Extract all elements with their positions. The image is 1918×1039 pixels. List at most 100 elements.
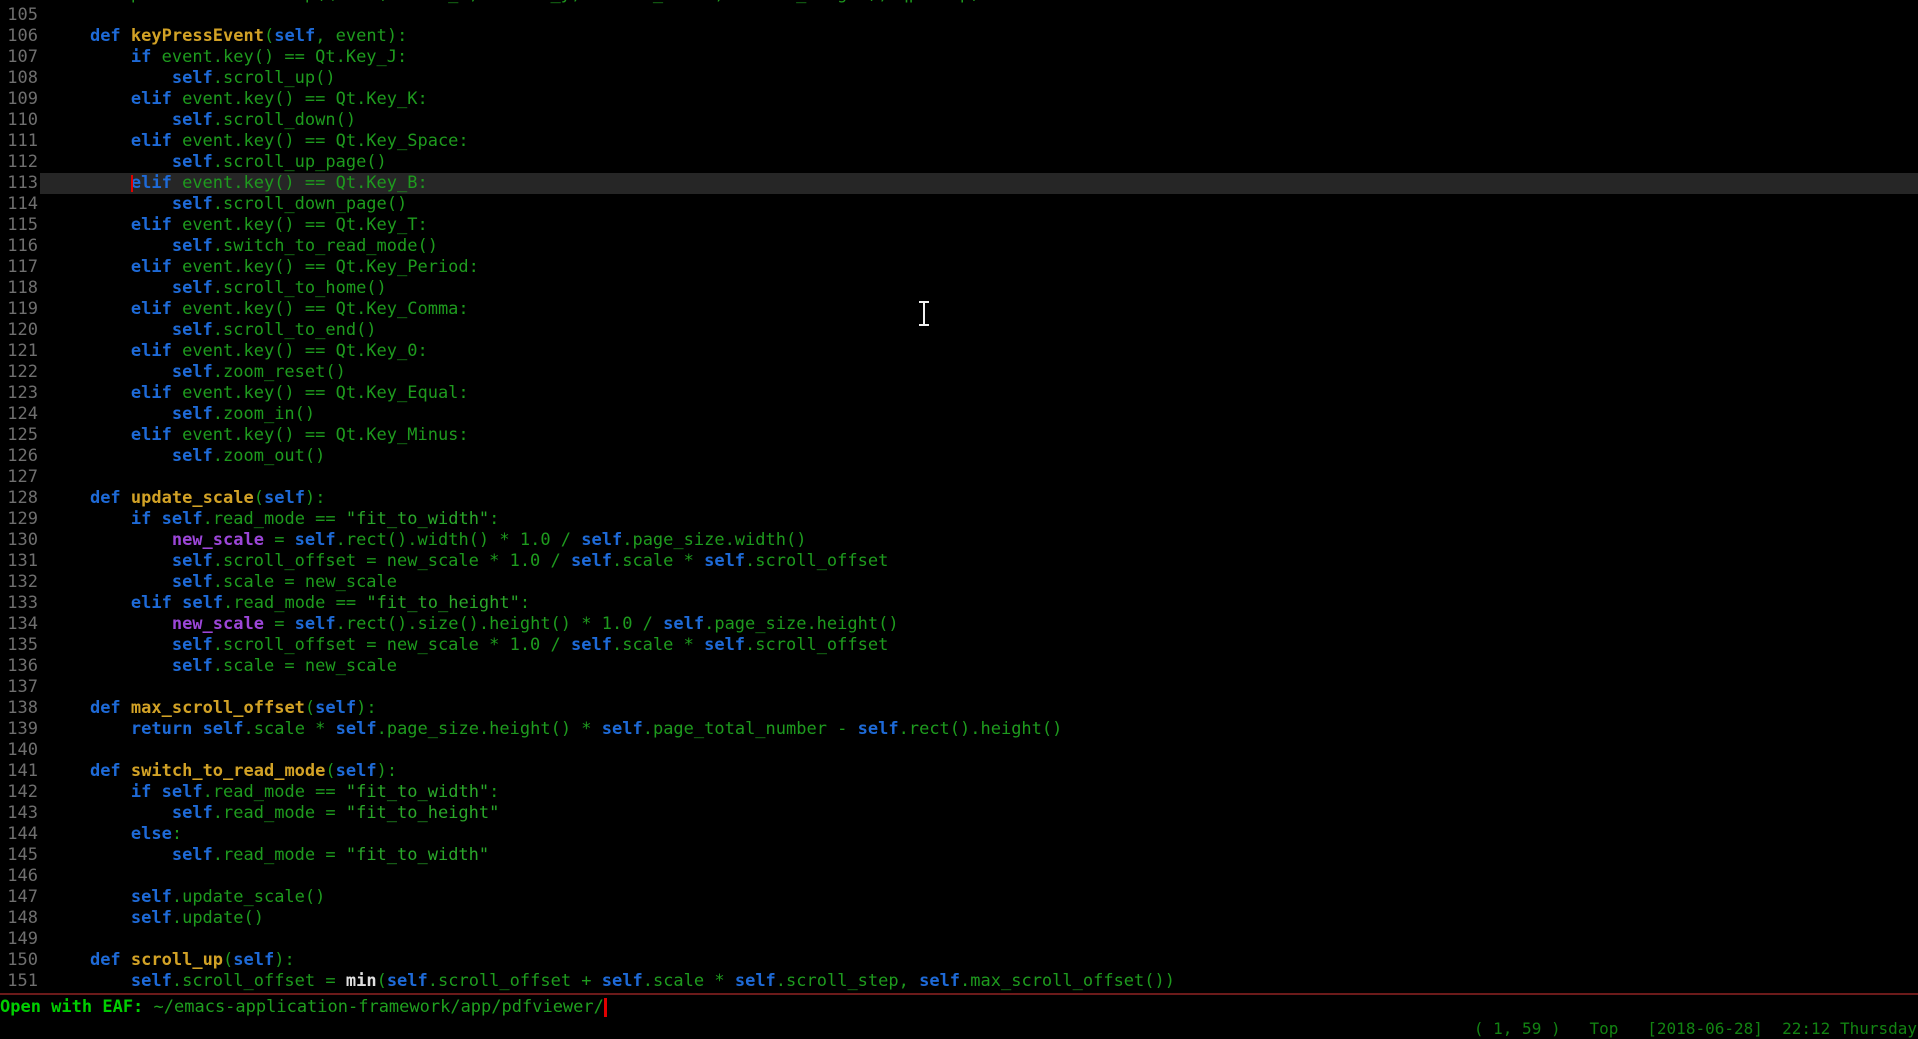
code-line[interactable]: 141 def switch_to_read_mode(self): (0, 761, 1918, 782)
code-line[interactable]: 136 self.scale = new_scale (0, 656, 1918, 677)
line-number: 125 (0, 425, 40, 446)
code-line[interactable]: 109 elif event.key() == Qt.Key_K: (0, 89, 1918, 110)
code-line[interactable]: 122 self.zoom_reset() (0, 362, 1918, 383)
code-line[interactable]: 148 self.update() (0, 908, 1918, 929)
code-line[interactable]: 114 self.scroll_down_page() (0, 194, 1918, 215)
code-token (49, 299, 131, 319)
line-number: 116 (0, 236, 40, 257)
code-line[interactable]: 124 self.zoom_in() (0, 404, 1918, 425)
code-token: self (295, 614, 336, 634)
code-line[interactable]: 130 new_scale = self.rect().width() * 1.… (0, 530, 1918, 551)
code-line[interactable]: 131 self.scroll_offset = new_scale * 1.0… (0, 551, 1918, 572)
code-line[interactable]: 149 (0, 929, 1918, 950)
code-line[interactable]: 140 (0, 740, 1918, 761)
code-text: def update_scale(self): (40, 488, 1918, 509)
code-text: return self.scale * self.page_size.heigh… (40, 719, 1918, 740)
code-token: self (336, 719, 377, 739)
code-line[interactable]: 110 self.scroll_down() (0, 110, 1918, 131)
code-token (49, 593, 131, 613)
code-token (49, 68, 172, 88)
code-line[interactable]: 125 elif event.key() == Qt.Key_Minus: (0, 425, 1918, 446)
code-line[interactable]: 106 def keyPressEvent(self, event): (0, 26, 1918, 47)
code-token: event.key() == Qt.Key_T: (172, 215, 428, 235)
minibuffer[interactable]: Open with EAF: ~/emacs-application-frame… (0, 997, 607, 1018)
code-editor-window[interactable]: 104 painter.drawPixmap(QRect(render_x, r… (0, 0, 1918, 993)
code-text: elif event.key() == Qt.Key_Period: (40, 257, 1918, 278)
code-line[interactable]: 121 elif event.key() == Qt.Key_0: (0, 341, 1918, 362)
code-token: elif (131, 383, 172, 403)
code-line[interactable]: 144 else: (0, 824, 1918, 845)
code-line[interactable]: 119 elif event.key() == Qt.Key_Comma: (0, 299, 1918, 320)
code-text: self.zoom_out() (40, 446, 1918, 467)
text-cursor (131, 175, 133, 192)
code-token: self (172, 635, 213, 655)
code-line[interactable]: 142 if self.read_mode == "fit_to_width": (0, 782, 1918, 803)
code-token: self (704, 551, 745, 571)
code-line[interactable]: 129 if self.read_mode == "fit_to_width": (0, 509, 1918, 530)
code-text (40, 5, 1918, 26)
line-number: 139 (0, 719, 40, 740)
line-number: 109 (0, 89, 40, 110)
line-number: 105 (0, 5, 40, 26)
code-token: ( (254, 488, 264, 508)
code-line[interactable]: 132 self.scale = new_scale (0, 572, 1918, 593)
code-text: self.scroll_to_home() (40, 278, 1918, 299)
code-token: .scroll_offset (745, 551, 888, 571)
code-line[interactable]: 138 def max_scroll_offset(self): (0, 698, 1918, 719)
code-line[interactable]: 143 self.read_mode = "fit_to_height" (0, 803, 1918, 824)
code-line[interactable]: 113 elif event.key() == Qt.Key_B: (0, 173, 1918, 194)
code-text: self.scroll_up() (40, 68, 1918, 89)
code-token: self (172, 194, 213, 214)
line-number: 145 (0, 845, 40, 866)
line-number: 119 (0, 299, 40, 320)
code-token (49, 362, 172, 382)
code-line[interactable]: 108 self.scroll_up() (0, 68, 1918, 89)
minibuffer-input[interactable]: ~/emacs-application-framework/app/pdfvie… (154, 997, 604, 1018)
code-line[interactable]: 145 self.read_mode = "fit_to_width" (0, 845, 1918, 866)
code-line[interactable]: 139 return self.scale * self.page_size.h… (0, 719, 1918, 740)
code-text: new_scale = self.rect().width() * 1.0 / … (40, 530, 1918, 551)
code-token: self (172, 110, 213, 130)
code-line[interactable]: 115 elif event.key() == Qt.Key_T: (0, 215, 1918, 236)
code-token: .rect().width() * 1.0 / (336, 530, 582, 550)
code-text: if self.read_mode == "fit_to_width": (40, 782, 1918, 803)
code-line[interactable]: 120 self.scroll_to_end() (0, 320, 1918, 341)
code-text: elif event.key() == Qt.Key_K: (40, 89, 1918, 110)
code-line[interactable]: 134 new_scale = self.rect().size().heigh… (0, 614, 1918, 635)
line-number: 147 (0, 887, 40, 908)
code-line[interactable]: 147 self.update_scale() (0, 887, 1918, 908)
code-token (121, 26, 131, 46)
code-line[interactable]: 128 def update_scale(self): (0, 488, 1918, 509)
code-token: self (663, 614, 704, 634)
code-line[interactable]: 111 elif event.key() == Qt.Key_Space: (0, 131, 1918, 152)
code-line[interactable]: 112 self.scroll_up_page() (0, 152, 1918, 173)
code-token: "fit_to_height" (366, 593, 520, 613)
code-line[interactable]: 150 def scroll_up(self): (0, 950, 1918, 971)
code-token: .zoom_reset() (213, 362, 346, 382)
code-token (172, 593, 182, 613)
code-line[interactable]: 146 (0, 866, 1918, 887)
code-line[interactable]: 123 elif event.key() == Qt.Key_Equal: (0, 383, 1918, 404)
code-text: new_scale = self.rect().size().height() … (40, 614, 1918, 635)
code-line[interactable]: 135 self.scroll_offset = new_scale * 1.0… (0, 635, 1918, 656)
line-number: 114 (0, 194, 40, 215)
code-line[interactable]: 126 self.zoom_out() (0, 446, 1918, 467)
code-line[interactable]: 107 if event.key() == Qt.Key_J: (0, 47, 1918, 68)
code-line[interactable]: 151 self.scroll_offset = min(self.scroll… (0, 971, 1918, 992)
code-token: self (131, 971, 172, 991)
line-number: 141 (0, 761, 40, 782)
code-token (49, 425, 131, 445)
line-number: 137 (0, 677, 40, 698)
code-line[interactable]: 105 (0, 5, 1918, 26)
code-token: max_scroll_offset (131, 698, 305, 718)
code-line[interactable]: 116 self.switch_to_read_mode() (0, 236, 1918, 257)
code-text: self.update_scale() (40, 887, 1918, 908)
code-line[interactable]: 133 elif self.read_mode == "fit_to_heigh… (0, 593, 1918, 614)
code-line[interactable]: 137 (0, 677, 1918, 698)
code-line[interactable]: 118 self.scroll_to_home() (0, 278, 1918, 299)
code-line[interactable]: 117 elif event.key() == Qt.Key_Period: (0, 257, 1918, 278)
line-number: 106 (0, 26, 40, 47)
code-token (49, 551, 172, 571)
code-line[interactable]: 127 (0, 467, 1918, 488)
line-number: 108 (0, 68, 40, 89)
